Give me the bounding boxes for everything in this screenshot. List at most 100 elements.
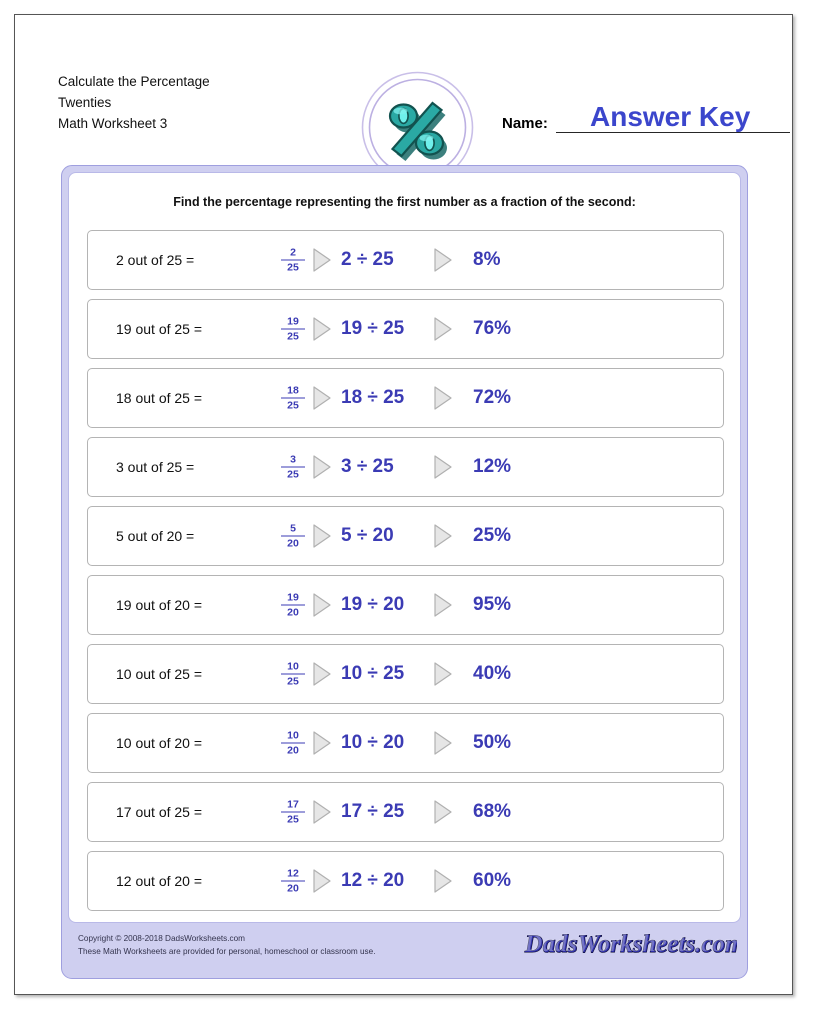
division-expression: 10 ÷ 20 xyxy=(341,732,405,753)
copyright-line-1: Copyright © 2008-2018 DadsWorksheets.com xyxy=(78,934,245,943)
title-line-2: Twenties xyxy=(58,95,112,110)
problem-row: 2 out of 25 = 2 25 2 ÷ 25 8% xyxy=(87,230,724,290)
fraction-numerator: 18 xyxy=(287,384,299,397)
problem-prompt: 2 out of 25 = xyxy=(116,252,195,268)
fraction-numerator: 5 xyxy=(290,522,296,535)
fraction: 19 20 xyxy=(280,592,306,619)
fraction-numerator: 17 xyxy=(287,798,299,811)
problem-row: 19 out of 25 = 19 25 19 ÷ 25 76% xyxy=(87,299,724,359)
fraction-numerator: 19 xyxy=(287,591,299,604)
right-triangle-arrow-icon xyxy=(433,454,453,480)
right-triangle-arrow-icon xyxy=(312,247,332,273)
fraction-numerator: 10 xyxy=(287,660,299,673)
fraction-denominator: 25 xyxy=(287,399,299,412)
fraction: 5 20 xyxy=(280,523,306,550)
answer-value: 40% xyxy=(473,663,512,684)
problem-row: 19 out of 20 = 19 20 19 ÷ 20 95% xyxy=(87,575,724,635)
answer-value: 12% xyxy=(473,456,512,477)
name-label: Name: xyxy=(502,115,548,132)
right-triangle-arrow-icon xyxy=(312,868,332,894)
copyright-text: Copyright © 2008-2018 DadsWorksheets.com… xyxy=(78,932,375,958)
worksheet-panel-inner: Find the percentage representing the fir… xyxy=(68,172,741,923)
name-value: Answer Key xyxy=(590,101,751,132)
fraction-bar xyxy=(281,604,305,606)
right-triangle-arrow-icon xyxy=(433,523,453,549)
fraction-bar xyxy=(281,811,305,813)
page-footer: Copyright © 2008-2018 DadsWorksheets.com… xyxy=(68,923,741,973)
right-triangle-arrow-icon xyxy=(312,316,332,342)
fraction-bar xyxy=(281,259,305,261)
right-triangle-arrow-icon xyxy=(433,592,453,618)
problem-row: 5 out of 20 = 5 20 5 ÷ 20 25% xyxy=(87,506,724,566)
problem-row: 12 out of 20 = 12 20 12 ÷ 20 60% xyxy=(87,851,724,911)
right-triangle-arrow-icon xyxy=(433,868,453,894)
worksheet-panel: Find the percentage representing the fir… xyxy=(61,165,748,979)
fraction: 12 20 xyxy=(280,868,306,895)
problem-row: 17 out of 25 = 17 25 17 ÷ 25 68% xyxy=(87,782,724,842)
fraction-bar xyxy=(281,880,305,882)
fraction-bar xyxy=(281,397,305,399)
answer-value: 72% xyxy=(473,387,512,408)
right-triangle-arrow-icon xyxy=(433,661,453,687)
fraction-denominator: 20 xyxy=(287,606,299,619)
division-expression: 10 ÷ 25 xyxy=(341,663,405,684)
problem-prompt: 10 out of 25 = xyxy=(116,666,203,682)
right-triangle-arrow-icon xyxy=(312,730,332,756)
division-expression: 17 ÷ 25 xyxy=(341,801,405,822)
right-triangle-arrow-icon xyxy=(433,247,453,273)
fraction-bar xyxy=(281,742,305,744)
division-expression: 12 ÷ 20 xyxy=(341,870,405,891)
title-line-1: Calculate the Percentage xyxy=(58,74,210,89)
fraction-denominator: 20 xyxy=(287,882,299,895)
fraction: 19 25 xyxy=(280,316,306,343)
svg-text:DadsWorksheets.com: DadsWorksheets.com xyxy=(523,930,737,957)
name-underline xyxy=(556,132,790,133)
fraction: 10 20 xyxy=(280,730,306,757)
right-triangle-arrow-icon xyxy=(312,799,332,825)
fraction-bar xyxy=(281,466,305,468)
right-triangle-arrow-icon xyxy=(433,385,453,411)
right-triangle-arrow-icon xyxy=(433,730,453,756)
division-expression: 2 ÷ 25 xyxy=(341,249,394,270)
fraction-bar xyxy=(281,328,305,330)
worksheet-page: Calculate the Percentage Twenties Math W… xyxy=(14,14,793,995)
fraction-denominator: 20 xyxy=(287,744,299,757)
dadsworksheets-logo-icon[interactable]: DadsWorksheets.com DadsWorksheets.com xyxy=(522,927,737,961)
instruction-text: Find the percentage representing the fir… xyxy=(173,195,636,209)
right-triangle-arrow-icon xyxy=(433,316,453,342)
fraction: 17 25 xyxy=(280,799,306,826)
fraction: 18 25 xyxy=(280,385,306,412)
fraction-numerator: 3 xyxy=(290,453,296,466)
problem-row: 3 out of 25 = 3 25 3 ÷ 25 12% xyxy=(87,437,724,497)
division-expression: 19 ÷ 20 xyxy=(341,594,405,615)
answer-value: 25% xyxy=(473,525,512,546)
fraction-denominator: 25 xyxy=(287,330,299,343)
problem-prompt: 12 out of 20 = xyxy=(116,873,203,889)
copyright-line-2: These Math Worksheets are provided for p… xyxy=(78,947,376,956)
problem-row: 10 out of 20 = 10 20 10 ÷ 20 50% xyxy=(87,713,724,773)
division-expression: 3 ÷ 25 xyxy=(341,456,394,477)
problem-prompt: 10 out of 20 = xyxy=(116,735,203,751)
right-triangle-arrow-icon xyxy=(312,385,332,411)
fraction-denominator: 25 xyxy=(287,468,299,481)
fraction-numerator: 19 xyxy=(287,315,299,328)
right-triangle-arrow-icon xyxy=(312,661,332,687)
division-expression: 19 ÷ 25 xyxy=(341,318,405,339)
worksheet-title-block: Calculate the Percentage Twenties Math W… xyxy=(58,71,210,134)
answer-value: 50% xyxy=(473,732,512,753)
right-triangle-arrow-icon xyxy=(312,454,332,480)
fraction-bar xyxy=(281,673,305,675)
fraction: 3 25 xyxy=(280,454,306,481)
problem-prompt: 19 out of 20 = xyxy=(116,597,203,613)
fraction-denominator: 25 xyxy=(287,813,299,826)
answer-value: 60% xyxy=(473,870,512,891)
problem-prompt: 19 out of 25 = xyxy=(116,321,203,337)
problem-list: 2 out of 25 = 2 25 2 ÷ 25 8% 19 out of 2… xyxy=(87,230,724,920)
right-triangle-arrow-icon xyxy=(312,523,332,549)
answer-value: 8% xyxy=(473,249,501,270)
problem-row: 10 out of 25 = 10 25 10 ÷ 25 40% xyxy=(87,644,724,704)
answer-value: 95% xyxy=(473,594,512,615)
problem-prompt: 18 out of 25 = xyxy=(116,390,203,406)
problem-prompt: 3 out of 25 = xyxy=(116,459,195,475)
title-line-3: Math Worksheet 3 xyxy=(58,116,168,131)
